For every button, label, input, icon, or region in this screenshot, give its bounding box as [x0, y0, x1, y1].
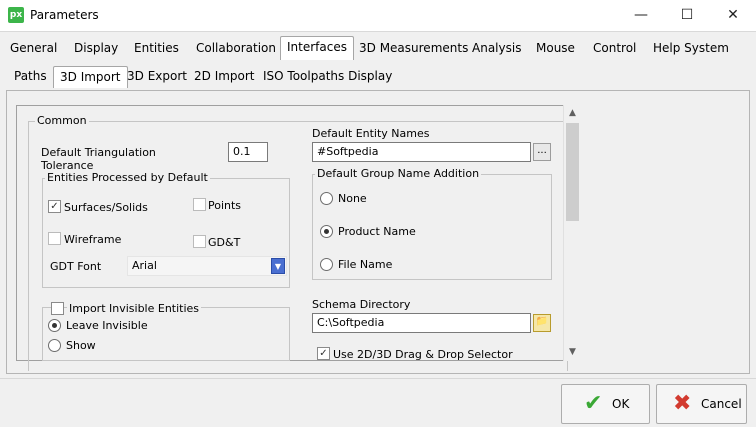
points-label: Points — [208, 199, 242, 212]
check-icon: ✔ — [584, 391, 603, 416]
minimize-button[interactable]: — — [618, 0, 664, 31]
gdt-font-value: Arial — [132, 259, 157, 272]
scroll-thumb[interactable] — [566, 123, 579, 221]
common-group-title: Common — [35, 114, 89, 127]
tab-mouse[interactable]: Mouse — [530, 38, 581, 60]
subtab-3d-export[interactable]: 3D Export — [121, 66, 193, 88]
group-none-radio[interactable] — [320, 192, 333, 205]
drag-drop-checkbox[interactable]: ✓ — [317, 347, 330, 360]
tab-3d-measurements[interactable]: 3D Measurements — [353, 38, 474, 60]
ok-button[interactable]: ✔ OK — [561, 384, 650, 424]
schema-directory-input[interactable]: C:\Softpedia — [312, 313, 531, 333]
triangulation-label: Default Triangulation Tolerance — [41, 146, 156, 172]
gdt-checkbox[interactable] — [193, 235, 206, 248]
title-bar: px Parameters — ☐ ✕ — [0, 0, 756, 31]
product-name-label: Product Name — [338, 225, 416, 238]
dialog-client: General Display Entities Collaboration I… — [0, 31, 756, 427]
wireframe-checkbox[interactable] — [48, 232, 61, 245]
app-icon: px — [8, 7, 24, 23]
leave-invisible-label: Leave Invisible — [66, 319, 148, 332]
entity-names-input[interactable]: #Softpedia — [312, 142, 531, 162]
tab-control[interactable]: Control — [587, 38, 642, 60]
folder-icon[interactable]: 📁 — [533, 314, 551, 332]
subtab-3d-import[interactable]: 3D Import — [53, 66, 128, 88]
surfaces-solids-label: Surfaces/Solids — [64, 201, 148, 214]
file-name-radio[interactable] — [320, 258, 333, 271]
gdt-font-label: GDT Font — [50, 260, 102, 273]
product-name-radio[interactable] — [320, 225, 333, 238]
scroll-down-icon[interactable]: ▼ — [564, 344, 581, 361]
import-invisible-label: Import Invisible Entities — [67, 302, 202, 315]
tab-entities[interactable]: Entities — [128, 38, 185, 60]
group-none-label: None — [338, 192, 367, 205]
invisible-entities-group — [42, 307, 290, 361]
triangulation-tolerance-input[interactable]: 0.1 — [228, 142, 268, 162]
tab-interfaces[interactable]: Interfaces — [280, 36, 354, 60]
entities-processed-title: Entities Processed by Default — [45, 171, 210, 184]
vertical-scrollbar[interactable]: ▲ ▼ — [563, 105, 580, 361]
show-label: Show — [66, 339, 96, 352]
close-button[interactable]: ✕ — [710, 0, 756, 31]
file-name-label: File Name — [338, 258, 393, 271]
ok-label: OK — [612, 397, 630, 411]
show-radio[interactable] — [48, 339, 61, 352]
leave-invisible-radio[interactable] — [48, 319, 61, 332]
drag-drop-label: Use 2D/3D Drag & Drop Selector — [333, 348, 513, 361]
surfaces-solids-checkbox[interactable]: ✓ — [48, 200, 61, 213]
subtab-2d-import[interactable]: 2D Import — [188, 66, 261, 88]
group-name-addition-title: Default Group Name Addition — [315, 167, 482, 180]
maximize-button[interactable]: ☐ — [664, 0, 710, 31]
footer-separator — [0, 378, 756, 379]
entity-names-browse-button[interactable]: ... — [533, 143, 551, 161]
schema-directory-label: Schema Directory — [312, 298, 411, 311]
subtab-iso-toolpaths-display[interactable]: ISO Toolpaths Display — [257, 66, 398, 88]
x-icon: ✖ — [673, 391, 692, 416]
tab-analysis[interactable]: Analysis — [466, 38, 527, 60]
points-checkbox[interactable] — [193, 198, 206, 211]
cancel-label: Cancel — [701, 397, 742, 411]
chevron-down-icon[interactable]: ▼ — [271, 258, 285, 274]
tab-general[interactable]: General — [4, 38, 63, 60]
settings-scroll-panel: Common Default Triangulation Tolerance 0… — [16, 105, 580, 371]
subtab-paths[interactable]: Paths — [8, 66, 53, 88]
scroll-up-icon[interactable]: ▲ — [564, 105, 581, 122]
window-title: Parameters — [30, 8, 99, 22]
gdt-font-select[interactable]: Arial ▼ — [127, 256, 287, 276]
wireframe-label: Wireframe — [64, 233, 122, 246]
import-invisible-checkbox[interactable] — [51, 302, 64, 315]
gdt-label: GD&T — [208, 236, 241, 249]
entity-names-label: Default Entity Names — [312, 127, 430, 140]
tab-collaboration[interactable]: Collaboration — [190, 38, 282, 60]
tab-help-system[interactable]: Help System — [647, 38, 735, 60]
tab-display[interactable]: Display — [68, 38, 124, 60]
cancel-button[interactable]: ✖ Cancel — [656, 384, 747, 424]
